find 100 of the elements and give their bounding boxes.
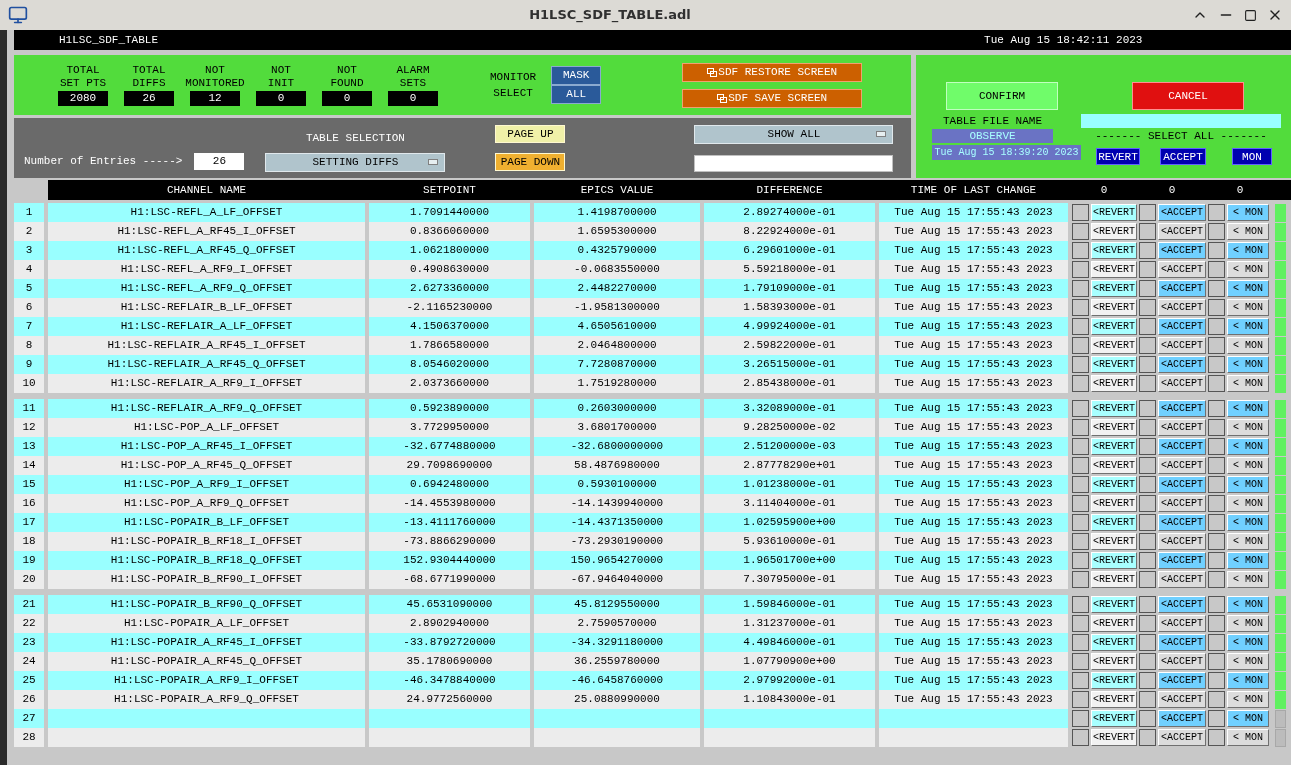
monitor-button[interactable]: < MON [1227,710,1269,727]
accept-button[interactable]: <ACCEPT [1158,615,1206,632]
revert-button[interactable]: <REVERT [1091,457,1137,474]
revert-button[interactable]: <REVERT [1091,337,1137,354]
screen-button[interactable]: SDF RESTORE SCREEN [682,62,863,82]
checkbox[interactable] [1208,476,1225,493]
monitor-select-option[interactable]: MASK [551,66,602,85]
file-name-field[interactable] [1081,114,1281,128]
checkbox[interactable] [1208,634,1225,651]
checkbox[interactable] [1139,261,1156,278]
revert-button[interactable]: <REVERT [1091,400,1137,417]
checkbox[interactable] [1208,457,1225,474]
revert-button[interactable]: <REVERT [1091,419,1137,436]
accept-button[interactable]: <ACCEPT [1158,552,1206,569]
checkbox[interactable] [1072,438,1089,455]
checkbox[interactable] [1139,552,1156,569]
checkbox[interactable] [1208,533,1225,550]
monitor-button[interactable]: < MON [1227,242,1269,259]
checkbox[interactable] [1208,400,1225,417]
checkbox[interactable] [1072,571,1089,588]
checkbox[interactable] [1208,514,1225,531]
checkbox[interactable] [1139,299,1156,316]
revert-button[interactable]: <REVERT [1091,672,1137,689]
revert-button[interactable]: <REVERT [1091,356,1137,373]
checkbox[interactable] [1072,299,1089,316]
checkbox[interactable] [1139,571,1156,588]
monitor-button[interactable]: < MON [1227,299,1269,316]
checkbox[interactable] [1208,337,1225,354]
checkbox[interactable] [1072,280,1089,297]
checkbox[interactable] [1072,318,1089,335]
checkbox[interactable] [1208,552,1225,569]
checkbox[interactable] [1139,495,1156,512]
checkbox[interactable] [1139,204,1156,221]
checkbox[interactable] [1072,729,1089,746]
revert-button[interactable]: <REVERT [1091,653,1137,670]
checkbox[interactable] [1139,615,1156,632]
checkbox[interactable] [1139,356,1156,373]
accept-button[interactable]: <ACCEPT [1158,653,1206,670]
accept-button[interactable]: <ACCEPT [1158,356,1206,373]
checkbox[interactable] [1208,653,1225,670]
checkbox[interactable] [1208,299,1225,316]
accept-button[interactable]: <ACCEPT [1158,223,1206,240]
checkbox[interactable] [1139,223,1156,240]
checkbox[interactable] [1072,457,1089,474]
screen-button[interactable]: SDF SAVE SCREEN [682,88,863,108]
revert-button[interactable]: <REVERT [1091,375,1137,392]
checkbox[interactable] [1072,261,1089,278]
monitor-button[interactable]: < MON [1227,729,1269,746]
accept-button[interactable]: <ACCEPT [1158,419,1206,436]
revert-button[interactable]: <REVERT [1091,533,1137,550]
checkbox[interactable] [1139,400,1156,417]
checkbox[interactable] [1139,242,1156,259]
monitor-button[interactable]: < MON [1227,571,1269,588]
checkbox[interactable] [1208,356,1225,373]
checkbox[interactable] [1072,419,1089,436]
checkbox[interactable] [1072,634,1089,651]
checkbox[interactable] [1208,495,1225,512]
accept-button[interactable]: <ACCEPT [1158,514,1206,531]
maximize-icon[interactable] [1244,8,1257,22]
checkbox[interactable] [1208,571,1225,588]
accept-button[interactable]: <ACCEPT [1158,242,1206,259]
revert-button[interactable]: <REVERT [1091,571,1137,588]
checkbox[interactable] [1208,438,1225,455]
checkbox[interactable] [1072,552,1089,569]
monitor-button[interactable]: < MON [1227,653,1269,670]
revert-button[interactable]: <REVERT [1091,634,1137,651]
checkbox[interactable] [1072,495,1089,512]
checkbox[interactable] [1208,672,1225,689]
monitor-button[interactable]: < MON [1227,634,1269,651]
checkbox[interactable] [1072,533,1089,550]
accept-button[interactable]: <ACCEPT [1158,375,1206,392]
select-all-button[interactable]: ACCEPT [1160,148,1206,165]
checkbox[interactable] [1139,337,1156,354]
checkbox[interactable] [1072,356,1089,373]
checkbox[interactable] [1072,400,1089,417]
monitor-button[interactable]: < MON [1227,495,1269,512]
checkbox[interactable] [1072,691,1089,708]
table-selection-dropdown[interactable]: SETTING DIFFS [265,152,446,172]
checkbox[interactable] [1208,242,1225,259]
select-all-button[interactable]: MON [1232,148,1272,165]
monitor-button[interactable]: < MON [1227,400,1269,417]
monitor-select-option[interactable]: ALL [551,85,602,104]
accept-button[interactable]: <ACCEPT [1158,729,1206,746]
checkbox[interactable] [1139,634,1156,651]
monitor-button[interactable]: < MON [1227,419,1269,436]
revert-button[interactable]: <REVERT [1091,495,1137,512]
checkbox[interactable] [1208,375,1225,392]
checkbox[interactable] [1072,476,1089,493]
accept-button[interactable]: <ACCEPT [1158,672,1206,689]
monitor-button[interactable]: < MON [1227,552,1269,569]
monitor-button[interactable]: < MON [1227,596,1269,613]
accept-button[interactable]: <ACCEPT [1158,204,1206,221]
checkbox[interactable] [1208,710,1225,727]
revert-button[interactable]: <REVERT [1091,729,1137,746]
checkbox[interactable] [1139,596,1156,613]
revert-button[interactable]: <REVERT [1091,242,1137,259]
checkbox[interactable] [1139,375,1156,392]
monitor-button[interactable]: < MON [1227,691,1269,708]
checkbox[interactable] [1139,710,1156,727]
checkbox[interactable] [1208,729,1225,746]
